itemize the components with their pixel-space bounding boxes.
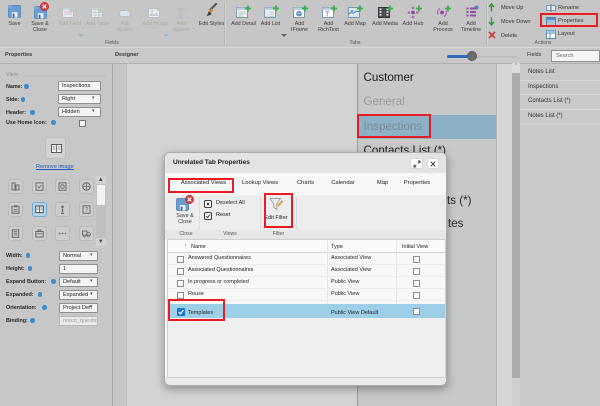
svg-text:T: T xyxy=(325,12,330,19)
